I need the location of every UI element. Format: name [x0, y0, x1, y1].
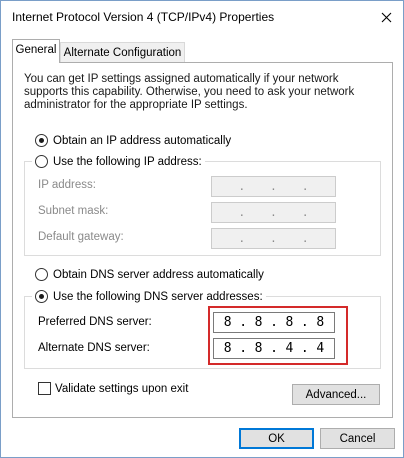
obtain-ip-auto-radio[interactable]: [35, 134, 48, 147]
window-title: Internet Protocol Version 4 (TCP/IPv4) P…: [12, 10, 275, 24]
ipv4-properties-dialog: Internet Protocol Version 4 (TCP/IPv4) P…: [0, 0, 404, 458]
obtain-ip-auto-option[interactable]: Obtain an IP address automatically: [35, 134, 231, 147]
use-following-dns-label: Use the following DNS server addresses:: [53, 290, 263, 303]
obtain-dns-auto-label: Obtain DNS server address automatically: [53, 268, 264, 281]
description-text: You can get IP settings assigned automat…: [24, 73, 355, 111]
use-following-ip-option[interactable]: Use the following IP address:: [32, 155, 205, 168]
ok-button[interactable]: OK: [239, 428, 314, 449]
default-gateway-label: Default gateway:: [38, 231, 124, 243]
preferred-dns-label: Preferred DNS server:: [38, 316, 152, 328]
validate-settings-option[interactable]: Validate settings upon exit: [38, 382, 188, 395]
use-following-ip-label: Use the following IP address:: [53, 155, 202, 168]
subnet-mask-label: Subnet mask:: [38, 205, 109, 217]
dns-highlight-box: [208, 306, 348, 365]
obtain-dns-auto-radio[interactable]: [35, 268, 48, 281]
use-following-dns-radio[interactable]: [35, 290, 48, 303]
validate-settings-label: Validate settings upon exit: [55, 382, 189, 395]
title-bar: Internet Protocol Version 4 (TCP/IPv4) P…: [1, 1, 403, 33]
alternate-dns-label: Alternate DNS server:: [38, 342, 150, 354]
validate-settings-checkbox[interactable]: [38, 382, 51, 395]
obtain-dns-auto-option[interactable]: Obtain DNS server address automatically: [35, 268, 264, 281]
use-following-ip-radio[interactable]: [35, 155, 48, 168]
default-gateway-field[interactable]: ...: [211, 228, 336, 249]
tab-alternate-configuration[interactable]: Alternate Configuration: [60, 42, 185, 63]
subnet-mask-field[interactable]: ...: [211, 202, 336, 223]
close-icon: [381, 12, 391, 22]
obtain-ip-auto-label: Obtain an IP address automatically: [53, 134, 232, 147]
ip-address-field[interactable]: ...: [211, 176, 336, 197]
close-button[interactable]: [373, 5, 399, 29]
ip-address-label: IP address:: [38, 179, 96, 191]
use-following-dns-option[interactable]: Use the following DNS server addresses:: [32, 290, 266, 303]
advanced-button[interactable]: Advanced...: [292, 384, 380, 405]
tab-general[interactable]: General: [12, 39, 60, 63]
cancel-button[interactable]: Cancel: [320, 428, 395, 449]
